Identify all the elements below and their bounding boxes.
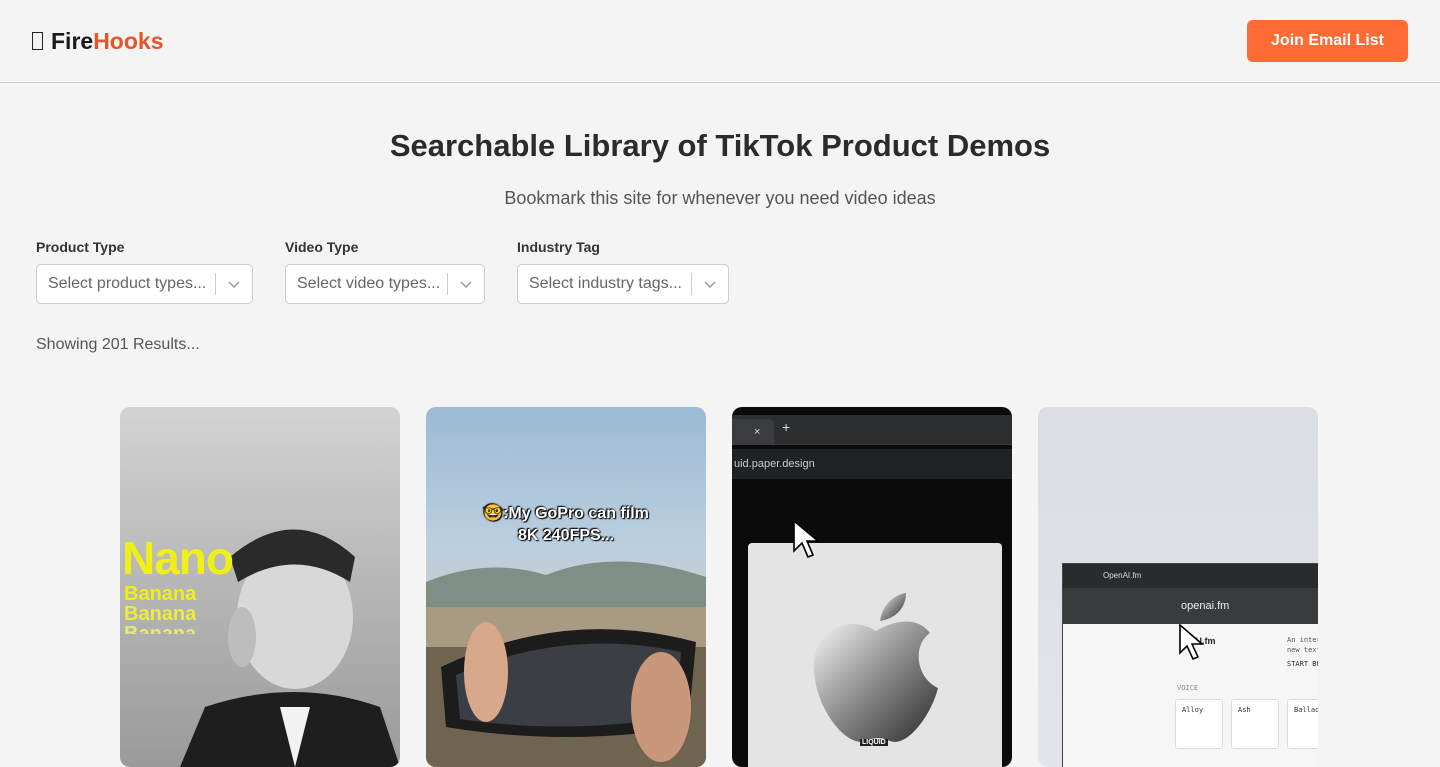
site-logo[interactable]: FireHooks [32,27,163,55]
filter-product-type: Product Type Select product types... [36,238,253,304]
tab-title: OpenAI.fm [1103,571,1142,580]
voice-option: Ash [1231,699,1279,749]
join-email-list-button[interactable]: Join Email List [1247,20,1408,62]
select-placeholder: Select industry tags... [529,275,682,292]
filter-label: Industry Tag [517,239,600,255]
chevron-down-icon[interactable] [216,265,252,303]
chevron-down-icon[interactable] [448,265,484,303]
voice-option: Alloy [1175,699,1223,749]
caption-line: 8K 240FPS... [517,527,615,544]
video-thumbnail [426,561,706,767]
caption-line: 🤓:My GoPro can film [483,505,649,522]
side-text: An inter [1287,636,1318,644]
filter-industry-tag: Industry Tag Select industry tags... [517,238,729,304]
industry-tag-select[interactable]: Select industry tags... [517,264,729,304]
video-card[interactable]: × + uid.paper.design LIQUID [732,407,1012,767]
apple-logo-icon [813,593,938,742]
site-header: FireHooks Join Email List [0,0,1440,83]
filter-label: Video Type [285,239,359,255]
close-icon: × [754,426,761,438]
voice-label: VOICE [1177,684,1199,692]
browser-address: uid.paper.design [732,449,1012,479]
video-type-select[interactable]: Select video types... [285,264,485,304]
browser-tabbar: OpenAI.fm [1063,564,1318,588]
select-placeholder: Select video types... [297,275,441,292]
video-card[interactable]: 🤓:My GoPro can film 8K 240FPS... [426,407,706,767]
fire-icon [32,32,43,50]
browser-address: openai.fm [1063,588,1318,624]
side-text: START BU [1287,660,1318,668]
page-title: Searchable Library of TikTok Product Dem… [389,128,1051,163]
logo-main-text: Fire [51,27,94,54]
browser-tabbar: × + [732,415,1012,445]
product-type-select[interactable]: Select product types... [36,264,253,304]
filter-label: Product Type [36,239,125,255]
overlay-text: Banana [124,583,197,605]
overlay-text: Banana [124,603,197,625]
results-count: Showing 201 Results... [36,336,200,353]
voice-option: Ballad [1287,699,1318,749]
liquid-panel: LIQUID [748,543,1002,767]
browser-tab: × [732,419,774,445]
browser-window: OpenAI.fm openai.fm AI.fm An inter new t… [1062,563,1318,767]
page-subtitle: Bookmark this site for whenever you need… [504,188,936,208]
select-placeholder: Select product types... [48,275,207,292]
cursor-icon [793,519,821,559]
plus-icon: + [782,419,791,435]
video-card[interactable]: OpenAI.fm openai.fm AI.fm An inter new t… [1038,407,1318,767]
side-text: new text [1287,646,1318,654]
overlay-caption: 🤓:My GoPro can film 8K 240FPS... [426,503,706,547]
overlay-text: Banana [124,624,196,634]
chevron-down-icon[interactable] [692,265,728,303]
liquid-tag: LIQUID [860,739,888,746]
logo-accent-text: Hooks [93,27,164,54]
filter-video-type: Video Type Select video types... [285,238,485,304]
cursor-icon [1179,623,1205,661]
overlay-text: Nano [122,532,234,584]
video-card[interactable]: Nano Banana Banana Banana [120,407,400,767]
